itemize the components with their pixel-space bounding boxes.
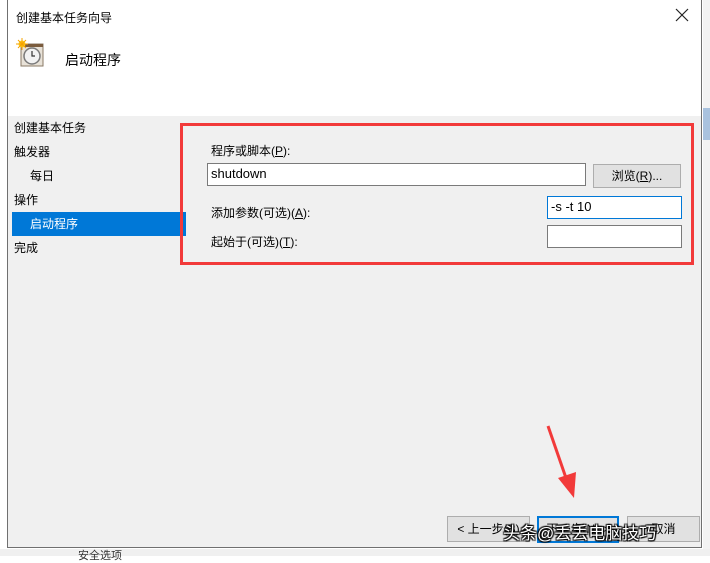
nav-item-action[interactable]: 操作 (8, 188, 188, 212)
watermark-text: 头条@丢丢电脑技巧 (503, 524, 657, 543)
wizard-steps-nav: 创建基本任务 触发器 每日 操作 启动程序 完成 (8, 116, 188, 260)
page-heading: 启动程序 (65, 52, 121, 68)
nav-item-trigger[interactable]: 触发器 (8, 140, 188, 164)
create-basic-task-wizard: 创建基本任务向导 启动程序 创建基本任务 触发器 每日 操作 启动程序 完成 程… (7, 0, 702, 548)
background-window-strip: 安全选项 (0, 549, 710, 562)
window-title: 创建基本任务向导 (16, 11, 113, 25)
close-icon (675, 8, 689, 22)
clock-with-sun-icon (16, 38, 44, 67)
nav-item-create-basic-task[interactable]: 创建基本任务 (8, 116, 188, 140)
close-button[interactable] (671, 4, 693, 26)
background-window-band (703, 108, 710, 140)
highlight-box (180, 123, 694, 265)
background-security-options-label: 安全选项 (78, 550, 122, 562)
wizard-header: 创建基本任务向导 启动程序 (8, 0, 701, 116)
background-window-edge (703, 0, 710, 556)
nav-item-daily[interactable]: 每日 (8, 164, 188, 188)
nav-item-finish[interactable]: 完成 (8, 236, 188, 260)
nav-item-start-program[interactable]: 启动程序 (12, 212, 186, 236)
